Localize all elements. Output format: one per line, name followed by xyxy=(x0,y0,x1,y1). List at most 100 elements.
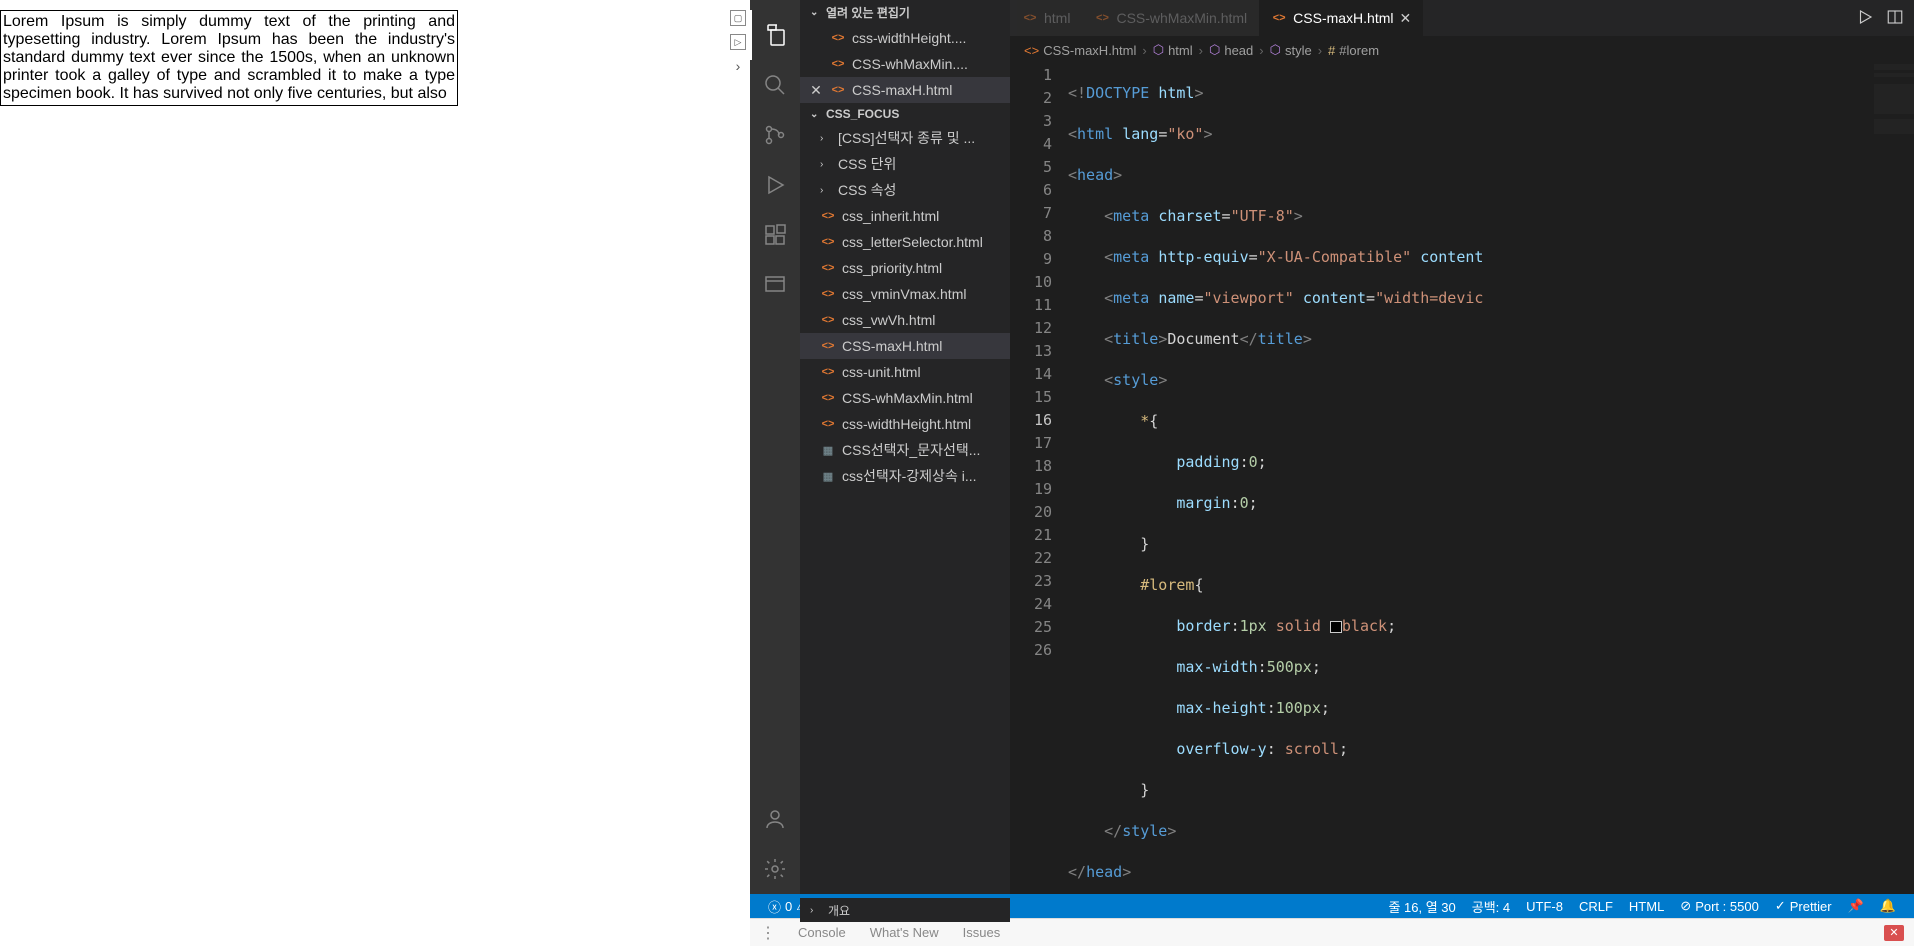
file-item[interactable]: <>CSS-maxH.html xyxy=(800,333,1010,359)
live-server-port[interactable]: ⊘ Port : 5500 xyxy=(1672,897,1767,916)
source-control-icon[interactable] xyxy=(750,110,800,160)
breadcrumb-item[interactable]: ⬡style xyxy=(1270,42,1312,58)
folder-header[interactable]: ⌄ CSS_FOCUS xyxy=(800,103,1010,125)
code-content[interactable]: <!DOCTYPE html> <html lang="ko"> <head> … xyxy=(1068,64,1914,894)
file-item[interactable]: <> css-widthHeight.html xyxy=(800,411,1010,437)
bell-icon[interactable]: 🔔 xyxy=(1872,897,1904,916)
close-icon[interactable]: ✕ xyxy=(1400,10,1412,27)
search-icon[interactable] xyxy=(750,60,800,110)
img-file-icon: ▦ xyxy=(820,442,836,458)
file-item[interactable]: <>css-unit.html xyxy=(800,359,1010,385)
cursor-position[interactable]: 줄 16, 열 30 xyxy=(1380,897,1463,916)
explorer-sidebar: ⌄ 열려 있는 편집기 <>css-widthHeight....<>CSS-w… xyxy=(800,0,1010,894)
breadcrumb-label: CSS-maxH.html xyxy=(1043,43,1136,58)
line-number: 7 xyxy=(1010,202,1052,225)
folder-item[interactable]: › CSS 속성 xyxy=(800,177,1010,203)
file-name: css_inherit.html xyxy=(842,208,939,224)
html-file-icon: <> xyxy=(1271,10,1287,26)
extensions-icon[interactable] xyxy=(750,210,800,260)
folder-item[interactable]: ›[CSS]선택자 종류 및 ... xyxy=(800,125,1010,151)
breadcrumb-item[interactable]: ##lorem xyxy=(1328,43,1379,58)
editor-tab[interactable]: <>html xyxy=(1010,0,1082,36)
code-file-icon: <> xyxy=(820,416,836,432)
vscode-window: ⌄ 열려 있는 편집기 <>css-widthHeight....<>CSS-w… xyxy=(750,0,1914,946)
breadcrumb-label: #lorem xyxy=(1339,43,1379,58)
editor-tab[interactable]: <>CSS-maxH.html✕ xyxy=(1259,0,1423,36)
line-number: 14 xyxy=(1010,363,1052,386)
file-name: CSS-whMaxMin.html xyxy=(842,390,973,406)
chevron-right-icon: › xyxy=(820,159,832,170)
settings-gear-icon[interactable] xyxy=(750,844,800,894)
breadcrumb-separator: › xyxy=(1318,43,1322,58)
error-icon: ⓧ xyxy=(768,897,781,916)
file-item[interactable]: <> css_vwVh.html xyxy=(800,307,1010,333)
expand-icon[interactable]: ▢ xyxy=(730,10,746,26)
line-number: 4 xyxy=(1010,133,1052,156)
indentation[interactable]: 공백: 4 xyxy=(1464,897,1518,916)
element-icon: ⬡ xyxy=(1209,42,1220,58)
file-item[interactable]: <> CSS-whMaxMin.html xyxy=(800,385,1010,411)
code-file-icon: <> xyxy=(820,312,836,328)
file-name: css_vwVh.html xyxy=(842,312,935,328)
devtools-close-icon[interactable]: ✕ xyxy=(1884,925,1904,941)
breadcrumb-item[interactable]: <>CSS-maxH.html xyxy=(1024,43,1136,58)
line-number: 5 xyxy=(1010,156,1052,179)
encoding[interactable]: UTF-8 xyxy=(1518,897,1571,916)
lorem-preview-box[interactable]: Lorem Ipsum is simply dummy text of the … xyxy=(0,10,458,106)
browser-side-controls: ▢ ▷ › xyxy=(730,10,748,74)
run-debug-icon[interactable] xyxy=(750,160,800,210)
line-number: 10 xyxy=(1010,271,1052,294)
file-item[interactable]: <>css_priority.html xyxy=(800,255,1010,281)
language-mode[interactable]: HTML xyxy=(1621,897,1672,916)
editor-tab[interactable]: <>CSS-whMaxMin.html xyxy=(1082,0,1259,36)
line-number: 19 xyxy=(1010,478,1052,501)
feedback-icon[interactable]: 📌 xyxy=(1840,897,1872,916)
breadcrumb-item[interactable]: ⬡head xyxy=(1209,42,1253,58)
browser-preview-ext-icon[interactable] xyxy=(750,260,800,310)
breadcrumb-item[interactable]: ⬡html xyxy=(1153,42,1193,58)
html-file-icon: <> xyxy=(1094,10,1110,26)
close-icon[interactable]: ✕ xyxy=(808,82,824,99)
devtools-tab-console[interactable]: Console xyxy=(798,925,846,940)
folder-item[interactable]: ›CSS 단위 xyxy=(800,151,1010,177)
split-editor-icon[interactable] xyxy=(1886,8,1904,29)
line-number: 17 xyxy=(1010,432,1052,455)
file-name: css-widthHeight.html xyxy=(842,416,971,432)
devtools-tab-whatsnew[interactable]: What's New xyxy=(870,925,939,940)
folder-label: CSS_FOCUS xyxy=(826,107,899,121)
line-numbers: 1234567891011121314151617181920212223242… xyxy=(1010,64,1068,894)
code-editor[interactable]: 1234567891011121314151617181920212223242… xyxy=(1010,64,1914,894)
file-item[interactable]: <>css_inherit.html xyxy=(800,203,1010,229)
prettier-status[interactable]: ✓ Prettier xyxy=(1767,897,1840,916)
file-item[interactable]: ▦CSS선택자_문자선택... xyxy=(800,437,1010,463)
line-number: 18 xyxy=(1010,455,1052,478)
play-icon[interactable]: ▷ xyxy=(730,34,746,50)
code-file-icon: <> xyxy=(820,390,836,406)
tab-bar: <>html<>CSS-whMaxMin.html<>CSS-maxH.html… xyxy=(1010,0,1914,36)
open-editor-item[interactable]: <>CSS-whMaxMin.... xyxy=(800,51,1010,77)
chevron-right-icon: › xyxy=(820,185,832,196)
open-editor-item[interactable]: ✕<>CSS-maxH.html xyxy=(800,77,1010,103)
browser-preview-pane: Lorem Ipsum is simply dummy text of the … xyxy=(0,0,750,946)
devtools-menu-icon[interactable]: ⋮ xyxy=(760,923,774,943)
open-editors-header[interactable]: ⌄ 열려 있는 편집기 xyxy=(800,0,1010,25)
open-editor-item[interactable]: <>css-widthHeight.... xyxy=(800,25,1010,51)
file-item[interactable]: ▦css선택자-강제상속 i... xyxy=(800,463,1010,489)
file-item[interactable]: <>css_vminVmax.html xyxy=(800,281,1010,307)
collapse-icon[interactable]: › xyxy=(730,58,746,74)
line-number: 8 xyxy=(1010,225,1052,248)
explorer-icon[interactable] xyxy=(750,10,800,60)
run-icon[interactable] xyxy=(1856,8,1874,29)
line-number: 2 xyxy=(1010,87,1052,110)
file-item[interactable]: <>css_letterSelector.html xyxy=(800,229,1010,255)
folder-name: [CSS]선택자 종류 및 ... xyxy=(838,128,975,148)
folder-name: CSS 속성 xyxy=(838,180,896,200)
breadcrumb[interactable]: <>CSS-maxH.html›⬡html›⬡head›⬡style›##lor… xyxy=(1010,36,1914,64)
line-number: 3 xyxy=(1010,110,1052,133)
minimap[interactable] xyxy=(1874,64,1914,164)
eol[interactable]: CRLF xyxy=(1571,897,1621,916)
line-number: 9 xyxy=(1010,248,1052,271)
devtools-tab-issues[interactable]: Issues xyxy=(963,925,1001,940)
chevron-down-icon: ⌄ xyxy=(810,109,822,120)
account-icon[interactable] xyxy=(750,794,800,844)
